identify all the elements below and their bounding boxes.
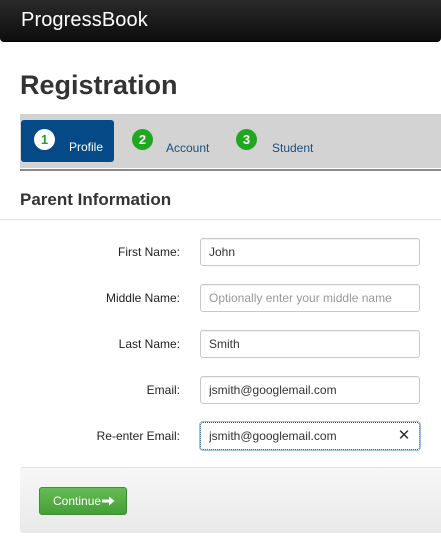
steps-divider	[20, 169, 441, 171]
top-navbar: ProgressBook	[0, 0, 441, 42]
continue-label: Continue	[53, 494, 102, 508]
first-name-label: First Name:	[117, 245, 180, 259]
step-label: Student	[272, 141, 314, 155]
step-number-badge: 2	[132, 129, 153, 150]
email-label: Email:	[146, 383, 180, 397]
brand-logo[interactable]: ProgressBook	[21, 9, 148, 32]
last-name-label: Last Name:	[118, 337, 180, 351]
step-student[interactable]: 3 Student	[236, 120, 346, 162]
section-divider	[0, 219, 441, 220]
arrow-right-icon	[102, 496, 115, 506]
step-number-badge: 3	[236, 129, 257, 150]
step-label: Account	[166, 141, 210, 155]
page-title: Registration	[20, 70, 178, 100]
step-number-badge: 1	[34, 129, 55, 150]
first-name-input[interactable]	[200, 238, 420, 266]
email-input[interactable]	[200, 376, 420, 404]
step-account[interactable]: 2 Account	[132, 120, 232, 162]
section-title: Parent Information	[20, 190, 172, 209]
middle-name-input[interactable]	[200, 284, 420, 312]
progress-steps: 1 Profile 2 Account 3 Student	[20, 114, 441, 168]
step-label: Profile	[69, 140, 104, 154]
step-profile[interactable]: 1 Profile	[21, 120, 114, 162]
middle-name-label: Middle Name:	[105, 291, 180, 305]
reenter-email-label: Re-enter Email:	[96, 429, 180, 443]
last-name-input[interactable]	[200, 330, 420, 358]
reenter-email-input[interactable]	[200, 422, 420, 450]
continue-button[interactable]: Continue	[39, 487, 127, 515]
close-icon[interactable]: ✕	[397, 428, 411, 444]
